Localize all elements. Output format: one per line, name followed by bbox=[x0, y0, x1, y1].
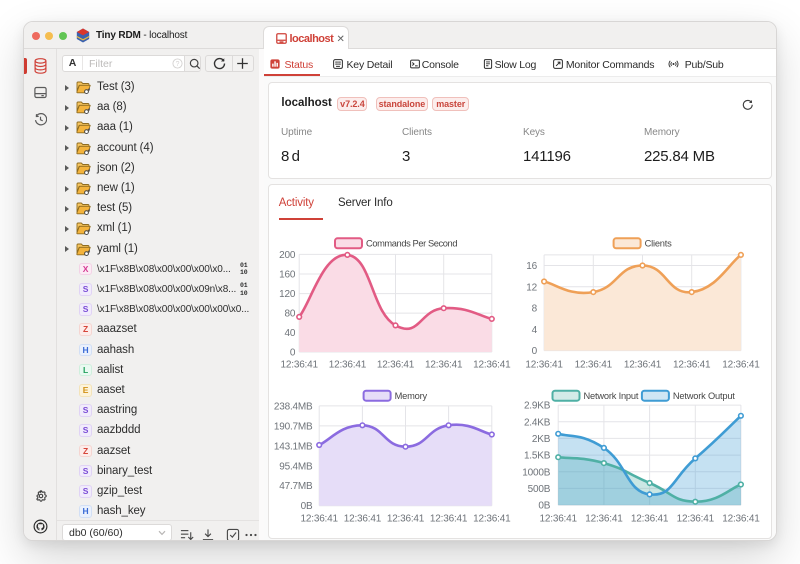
svg-text:12:36:41: 12:36:41 bbox=[585, 514, 623, 525]
svg-text:0B: 0B bbox=[538, 501, 550, 512]
svg-text:12:36:41: 12:36:41 bbox=[377, 360, 415, 371]
svg-text:12:36:41: 12:36:41 bbox=[673, 360, 711, 371]
svg-text:238.4MB: 238.4MB bbox=[274, 401, 313, 412]
svg-text:Clients: Clients bbox=[645, 239, 673, 249]
svg-text:0B: 0B bbox=[301, 501, 313, 512]
svg-text:12:36:41: 12:36:41 bbox=[540, 514, 578, 525]
svg-text:16: 16 bbox=[526, 261, 537, 272]
svg-text:120: 120 bbox=[279, 289, 296, 300]
svg-text:Commands Per Second: Commands Per Second bbox=[366, 239, 457, 249]
svg-text:12:36:41: 12:36:41 bbox=[329, 360, 367, 371]
svg-text:8: 8 bbox=[532, 304, 538, 315]
svg-text:12:36:41: 12:36:41 bbox=[473, 360, 511, 371]
svg-text:?: ? bbox=[176, 60, 180, 67]
svg-text:4: 4 bbox=[532, 325, 538, 336]
svg-text:12:36:41: 12:36:41 bbox=[387, 514, 425, 525]
svg-text:12:36:41: 12:36:41 bbox=[525, 360, 563, 371]
svg-text:Memory: Memory bbox=[395, 391, 428, 401]
svg-text:12:36:41: 12:36:41 bbox=[344, 514, 382, 525]
svg-text:143.1MB: 143.1MB bbox=[274, 441, 313, 452]
svg-text:12:36:41: 12:36:41 bbox=[430, 514, 468, 525]
svg-text:95.4MB: 95.4MB bbox=[279, 461, 313, 472]
svg-text:12: 12 bbox=[526, 282, 537, 293]
svg-text:0: 0 bbox=[532, 346, 538, 357]
svg-text:12:36:41: 12:36:41 bbox=[425, 360, 463, 371]
svg-text:2KB: 2KB bbox=[532, 434, 551, 445]
svg-text:160: 160 bbox=[279, 270, 296, 281]
svg-text:12:36:41: 12:36:41 bbox=[722, 360, 760, 371]
svg-text:47.7MB: 47.7MB bbox=[279, 481, 313, 492]
svg-text:12:36:41: 12:36:41 bbox=[631, 514, 669, 525]
svg-text:190.7MB: 190.7MB bbox=[274, 421, 313, 432]
svg-text:12:36:41: 12:36:41 bbox=[281, 360, 319, 371]
svg-text:80: 80 bbox=[284, 309, 295, 320]
svg-text:12:36:41: 12:36:41 bbox=[722, 514, 760, 525]
svg-text:500B: 500B bbox=[528, 484, 551, 495]
svg-text:0: 0 bbox=[290, 348, 296, 359]
svg-text:1000B: 1000B bbox=[522, 467, 550, 478]
svg-text:1.5KB: 1.5KB bbox=[524, 451, 551, 462]
svg-text:2.4KB: 2.4KB bbox=[524, 417, 551, 428]
svg-text:12:36:41: 12:36:41 bbox=[575, 360, 613, 371]
svg-text:12:36:41: 12:36:41 bbox=[473, 514, 511, 525]
svg-text:2.9KB: 2.9KB bbox=[524, 401, 551, 412]
svg-text:200: 200 bbox=[279, 250, 296, 261]
svg-text:12:36:41: 12:36:41 bbox=[624, 360, 662, 371]
svg-text:Network Output: Network Output bbox=[673, 391, 735, 401]
svg-text:40: 40 bbox=[284, 328, 295, 339]
svg-text:12:36:41: 12:36:41 bbox=[677, 514, 715, 525]
svg-text:12:36:41: 12:36:41 bbox=[301, 514, 339, 525]
svg-text:Network Input: Network Input bbox=[584, 391, 639, 401]
